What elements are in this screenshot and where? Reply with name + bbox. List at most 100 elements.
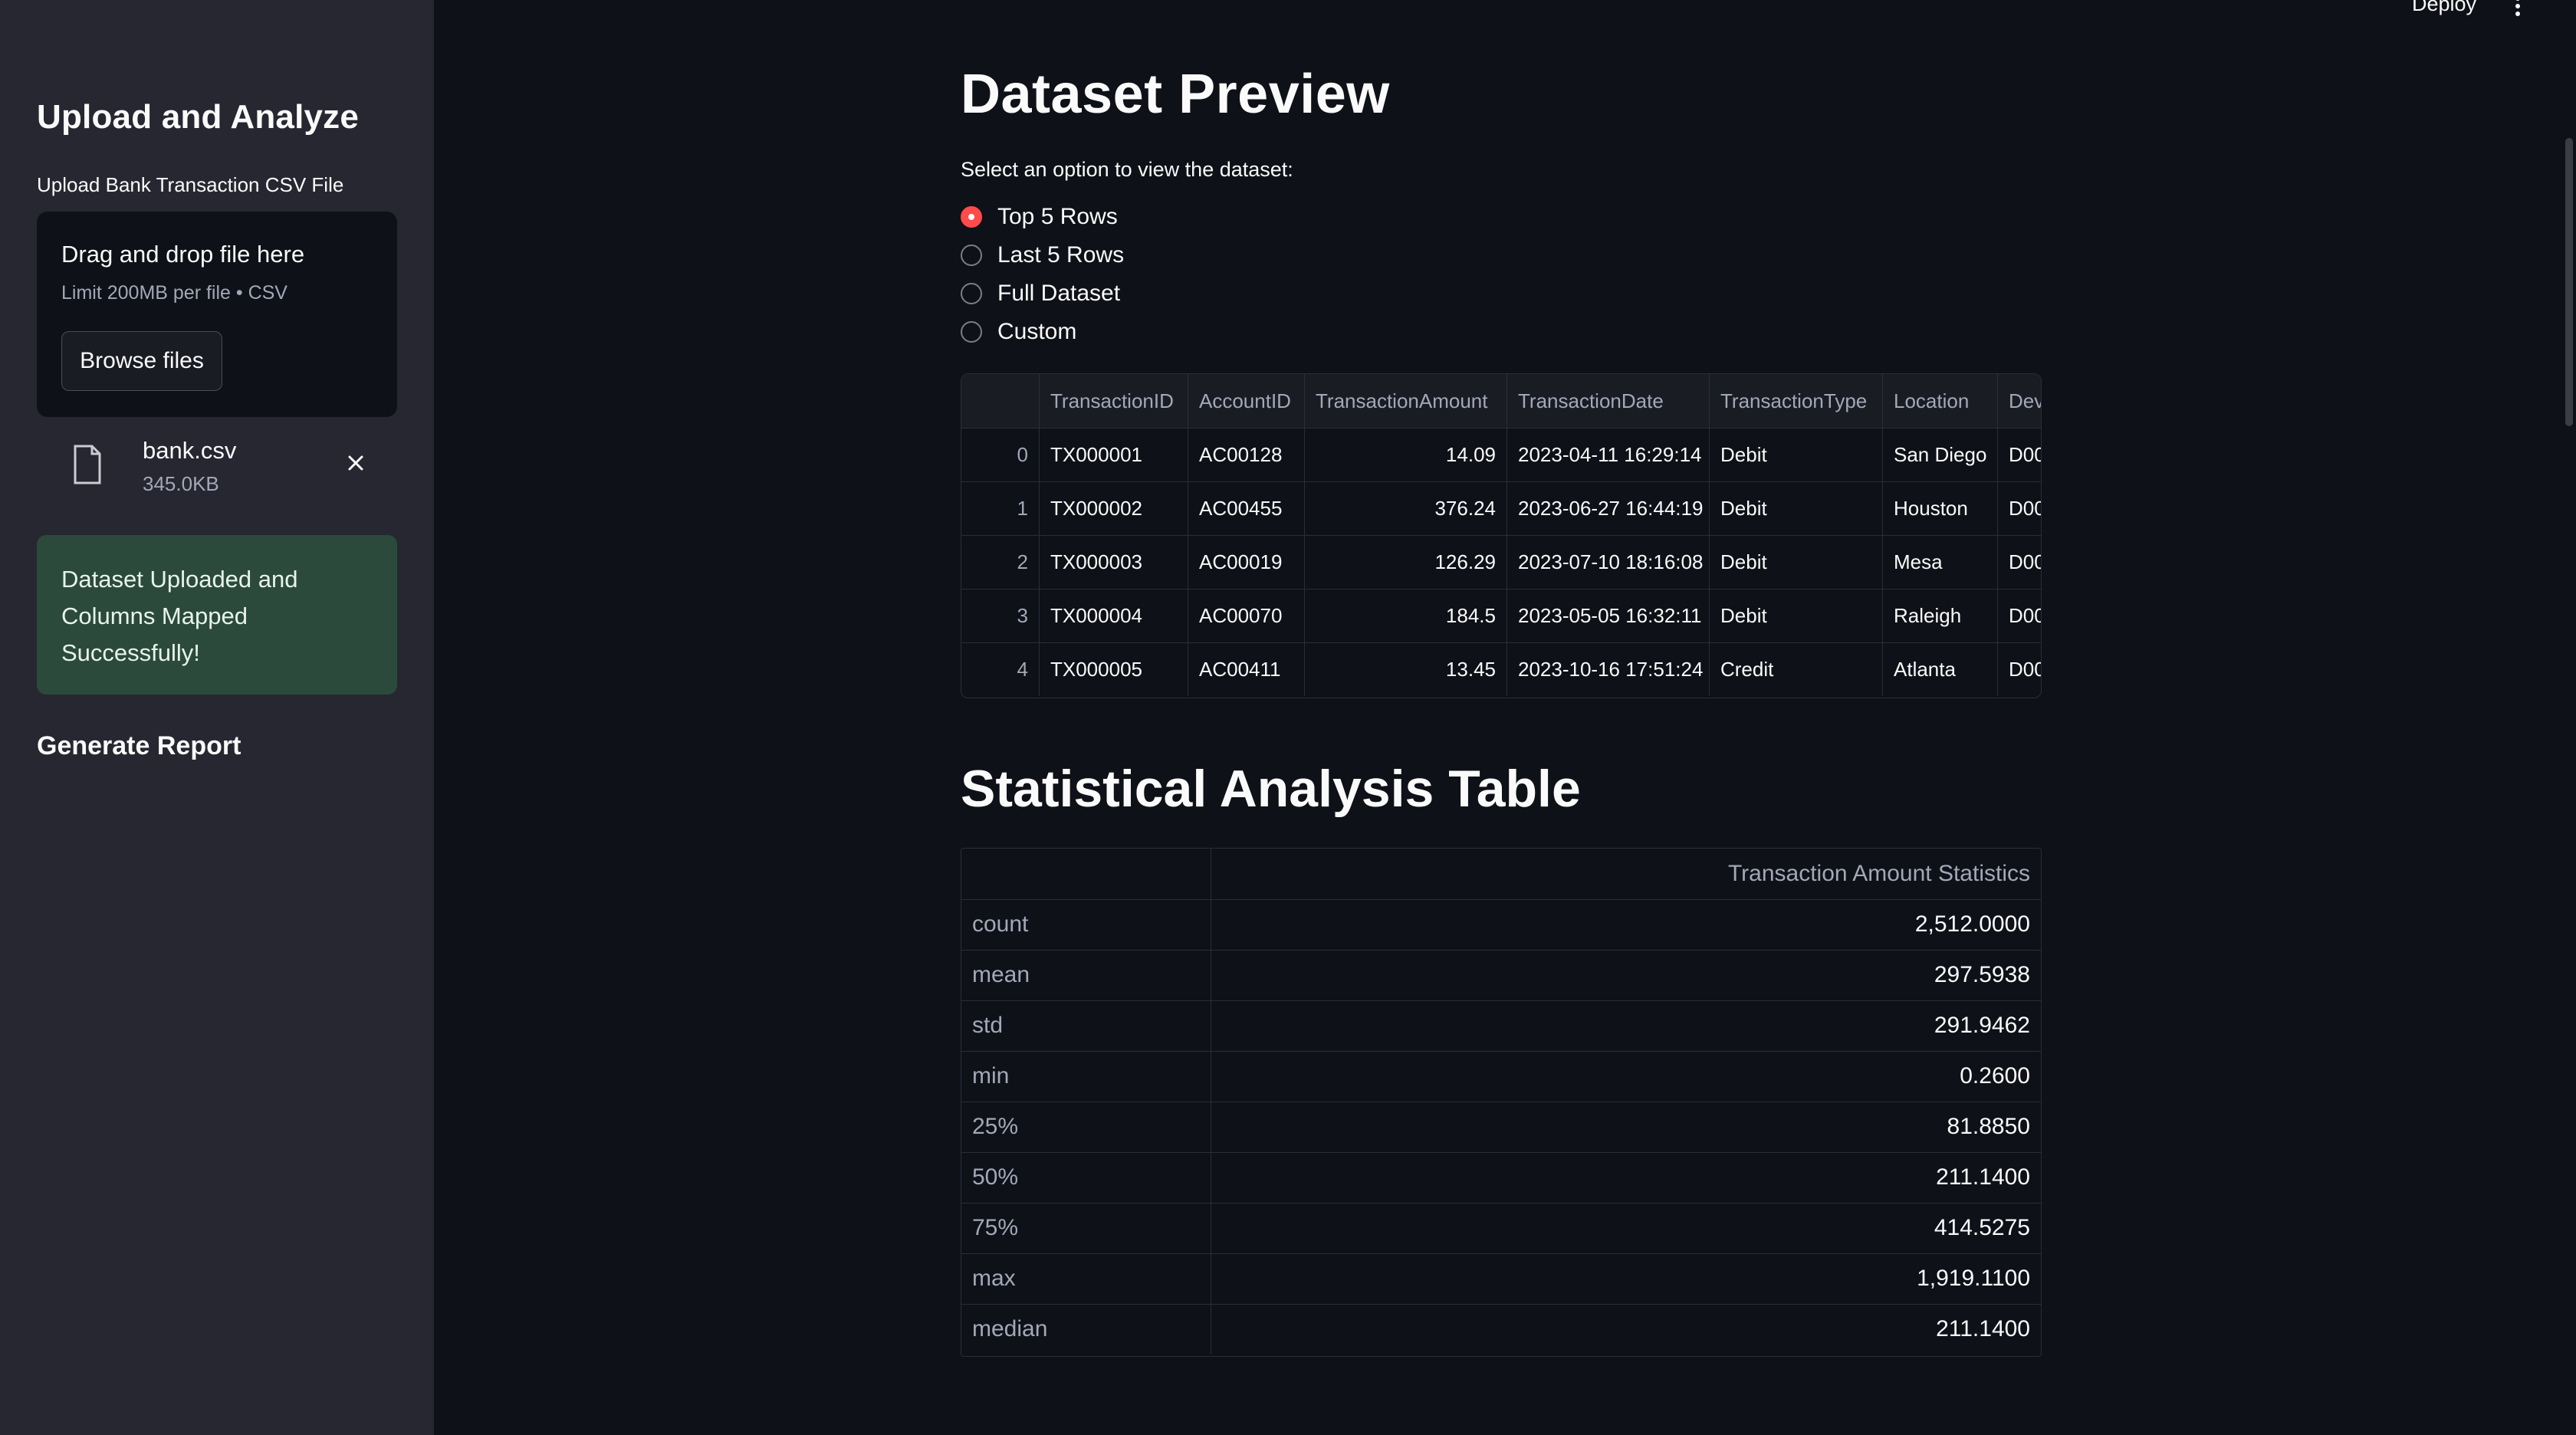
stat-value: 297.5938 — [1934, 962, 2030, 987]
table-cell: AC00128 — [1188, 428, 1305, 481]
table-row: count 2,512.0000 — [961, 899, 2041, 951]
row-index: 2 — [961, 535, 1040, 589]
stat-name: median — [961, 1304, 1211, 1355]
table-cell: Credit — [1710, 642, 1883, 696]
stat-value: 211.1400 — [1936, 1316, 2030, 1341]
table-cell: 126.29 — [1305, 535, 1507, 589]
table-cell: 2023-04-11 16:29:14 — [1507, 428, 1710, 481]
table-row: std 291.9462 — [961, 1000, 2041, 1052]
table-cell: AC00019 — [1188, 535, 1305, 589]
dataset-preview-title: Dataset Preview — [961, 64, 1390, 125]
row-index: 1 — [961, 481, 1040, 535]
statistics-table: Transaction Amount Statistics count 2,51… — [961, 848, 2042, 1357]
column-header[interactable]: Location — [1883, 374, 1998, 428]
stat-value: 211.1400 — [1936, 1164, 2030, 1190]
table-cell: Houston — [1883, 481, 1998, 535]
column-header[interactable] — [961, 374, 1040, 428]
dataset-preview-table[interactable]: TransactionID AccountID TransactionAmoun… — [961, 373, 2042, 698]
table-cell: 184.5 — [1305, 589, 1507, 642]
sidebar-title: Upload and Analyze — [37, 98, 360, 136]
table-row: mean 297.5938 — [961, 950, 2041, 1001]
statistical-analysis-title: Statistical Analysis Table — [961, 760, 1581, 818]
table-cell: AC00411 — [1188, 642, 1305, 696]
table-row: 3 TX000004 AC00070 184.5 2023-05-05 16:3… — [961, 589, 2041, 643]
more-options-icon[interactable] — [2509, 0, 2527, 18]
column-header[interactable]: AccountID — [1188, 374, 1305, 428]
view-option-label: Select an option to view the dataset: — [961, 158, 1293, 181]
generate-report-heading: Generate Report — [37, 731, 242, 760]
column-header[interactable]: TransactionAmount — [1305, 374, 1507, 428]
table-cell: D000051 — [1998, 481, 2041, 535]
table-row: 1 TX000002 AC00455 376.24 2023-06-27 16:… — [961, 481, 2041, 536]
table-cell: Debit — [1710, 535, 1883, 589]
table-cell: 2023-10-16 17:51:24 — [1507, 642, 1710, 696]
radio-unselected-icon — [961, 245, 982, 266]
table-cell: AC00070 — [1188, 589, 1305, 642]
scrollbar-thumb[interactable] — [2565, 138, 2573, 426]
dropzone-title: Drag and drop file here — [61, 241, 305, 268]
success-message: Dataset Uploaded and Columns Mapped Succ… — [61, 566, 298, 666]
stat-name: 75% — [961, 1203, 1211, 1253]
deploy-button[interactable]: Deploy — [2412, 0, 2476, 16]
table-cell: Debit — [1710, 428, 1883, 481]
radio-selected-icon — [961, 206, 982, 228]
stat-name: mean — [961, 950, 1211, 1000]
table-row: min 0.2600 — [961, 1051, 2041, 1102]
radio-label: Top 5 Rows — [997, 204, 1118, 229]
uploaded-file: bank.csv 345.0KB — [37, 429, 397, 503]
table-header-row: Transaction Amount Statistics — [961, 849, 2041, 900]
stat-value: 414.5275 — [1934, 1215, 2030, 1240]
stat-value: 0.2600 — [1960, 1063, 2030, 1089]
table-cell: D000380 — [1998, 428, 2041, 481]
stat-name: count — [961, 899, 1211, 950]
stat-name: std — [961, 1000, 1211, 1051]
row-index: 0 — [961, 428, 1040, 481]
file-dropzone[interactable]: Drag and drop file here Limit 200MB per … — [37, 212, 397, 417]
close-icon[interactable] — [340, 448, 371, 478]
table-row: 50% 211.1400 — [961, 1152, 2041, 1203]
file-size: 345.0KB — [143, 472, 219, 495]
view-option-radio-group: Top 5 Rows Last 5 Rows Full Dataset Cust… — [961, 198, 1124, 351]
table-cell: 376.24 — [1305, 481, 1507, 535]
radio-label: Last 5 Rows — [997, 242, 1125, 268]
stat-value: 2,512.0000 — [1914, 911, 2030, 937]
browse-files-button[interactable]: Browse files — [61, 331, 222, 391]
dropzone-limit: Limit 200MB per file • CSV — [61, 282, 288, 304]
table-cell: TX000003 — [1040, 535, 1188, 589]
column-header[interactable]: TransactionDate — [1507, 374, 1710, 428]
stat-name: min — [961, 1051, 1211, 1102]
radio-full-dataset[interactable]: Full Dataset — [961, 274, 1124, 313]
table-cell: TX000005 — [1040, 642, 1188, 696]
table-row: 2 TX000003 AC00019 126.29 2023-07-10 18:… — [961, 535, 2041, 589]
table-row: 25% 81.8850 — [961, 1102, 2041, 1153]
table-cell: TX000001 — [1040, 428, 1188, 481]
column-header: Transaction Amount Statistics — [1727, 861, 2030, 886]
column-header[interactable]: TransactionType — [1710, 374, 1883, 428]
radio-unselected-icon — [961, 321, 982, 343]
table-cell: Raleigh — [1883, 589, 1998, 642]
column-header[interactable]: TransactionID — [1040, 374, 1188, 428]
table-cell: San Diego — [1883, 428, 1998, 481]
radio-unselected-icon — [961, 283, 982, 304]
radio-custom[interactable]: Custom — [961, 313, 1124, 351]
table-cell: 14.09 — [1305, 428, 1507, 481]
radio-last-5-rows[interactable]: Last 5 Rows — [961, 236, 1124, 274]
radio-top-5-rows[interactable]: Top 5 Rows — [961, 198, 1124, 236]
stat-value: 81.8850 — [1947, 1114, 2030, 1139]
column-header[interactable]: DeviceID — [1998, 374, 2041, 428]
file-name: bank.csv — [143, 437, 237, 464]
stat-value: 1,919.1100 — [1917, 1266, 2030, 1291]
stat-name: 25% — [961, 1102, 1211, 1152]
success-alert: Dataset Uploaded and Columns Mapped Succ… — [37, 535, 397, 695]
table-cell: 2023-06-27 16:44:19 — [1507, 481, 1710, 535]
stat-name: 50% — [961, 1152, 1211, 1203]
table-header-row: TransactionID AccountID TransactionAmoun… — [961, 374, 2041, 429]
table-cell: TX000002 — [1040, 481, 1188, 535]
table-cell: Mesa — [1883, 535, 1998, 589]
row-index: 4 — [961, 642, 1040, 696]
table-row: 4 TX000005 AC00411 13.45 2023-10-16 17:5… — [961, 642, 2041, 696]
table-row: 0 TX000001 AC00128 14.09 2023-04-11 16:2… — [961, 428, 2041, 482]
table-cell: Atlanta — [1883, 642, 1998, 696]
table-row: max 1,919.1100 — [961, 1253, 2041, 1305]
stat-name: max — [961, 1253, 1211, 1304]
